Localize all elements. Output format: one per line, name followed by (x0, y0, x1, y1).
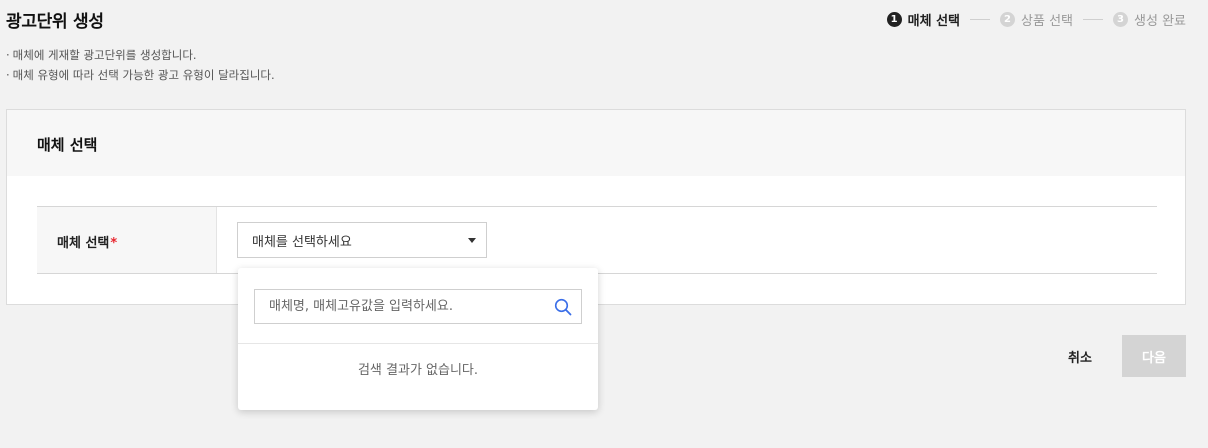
caret-down-icon (468, 238, 476, 243)
field-label-text: 매체 선택 (57, 236, 110, 251)
empty-result-message: 검색 결과가 없습니다. (357, 363, 479, 378)
search-input[interactable] (255, 290, 545, 323)
search-icon[interactable] (554, 298, 572, 316)
description-item: 매체에 게재할 광고단위를 생성합니다. (6, 45, 275, 65)
description-item: 매체 유형에 따라 선택 가능한 광고 유형이 달라집니다. (6, 65, 275, 85)
next-button[interactable]: 다음 (1122, 335, 1186, 377)
page-title: 광고단위 생성 (6, 12, 104, 32)
card-title: 매체 선택 (7, 110, 1185, 176)
step-1: 1 매체 선택 (886, 10, 961, 29)
media-dropdown-panel: 검색 결과가 없습니다. (238, 268, 598, 410)
step-separator (970, 19, 991, 20)
step-number: 3 (1113, 12, 1129, 27)
page: 광고단위 생성 1 매체 선택 2 상품 선택 3 생성 완료 매체에 게재할 … (0, 0, 1208, 448)
step-label: 생성 완료 (1134, 14, 1186, 29)
step-separator (1083, 19, 1104, 20)
step-label: 상품 선택 (1021, 14, 1074, 29)
step-label: 매체 선택 (907, 14, 961, 29)
required-mark: * (110, 236, 118, 251)
page-description: 매체에 게재할 광고단위를 생성합니다. 매체 유형에 따라 선택 가능한 광고… (6, 45, 275, 85)
media-field-label: 매체 선택* (37, 207, 217, 273)
step-number: 1 (886, 12, 902, 27)
stepper: 1 매체 선택 2 상품 선택 3 생성 완료 (886, 10, 1186, 29)
cancel-button[interactable]: 취소 (1052, 335, 1108, 377)
search-box (254, 289, 582, 324)
media-form-row: 매체 선택* 매체를 선택하세요 (37, 206, 1157, 274)
media-select[interactable]: 매체를 선택하세요 (237, 222, 487, 258)
step-number: 2 (1000, 12, 1016, 27)
step-2: 2 상품 선택 (1000, 10, 1073, 29)
step-3: 3 생성 완료 (1113, 10, 1186, 29)
media-select-value: 매체를 선택하세요 (252, 234, 352, 250)
dropdown-divider (238, 343, 598, 344)
